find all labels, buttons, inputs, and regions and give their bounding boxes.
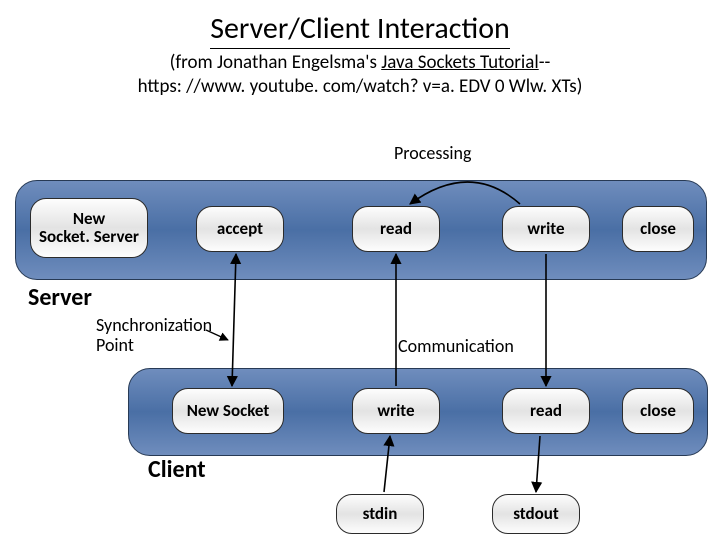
subtitle-dashes: --	[539, 51, 551, 74]
subtitle-url: https: //www. youtube. com/watch? v=a. E…	[138, 75, 583, 98]
page-title: Server/Client Interaction	[210, 10, 510, 49]
client-label: Client	[148, 455, 206, 484]
client-read-step: read	[502, 388, 590, 434]
server-write-step: write	[502, 206, 590, 252]
communication-label: Communication	[398, 335, 514, 357]
stdin-box: stdin	[336, 494, 424, 534]
accept-step: accept	[196, 206, 284, 252]
stdout-box: stdout	[492, 494, 580, 534]
subtitle-prefix: (from Jonathan Engelsma's	[170, 51, 382, 74]
client-close-step: close	[622, 388, 694, 434]
client-write-step: write	[352, 388, 440, 434]
sync-point-label: SynchronizationPoint	[96, 316, 212, 356]
tutorial-link[interactable]: Java Sockets Tutorial	[381, 51, 539, 74]
new-socket-server-step: NewSocket. Server	[30, 198, 148, 258]
server-label: Server	[28, 283, 92, 312]
subtitle: (from Jonathan Engelsma's Java Sockets T…	[0, 51, 720, 99]
new-socket-step: New Socket	[172, 388, 284, 434]
server-read-step: read	[352, 206, 440, 252]
processing-label: Processing	[394, 142, 471, 164]
server-close-step: close	[622, 206, 694, 252]
